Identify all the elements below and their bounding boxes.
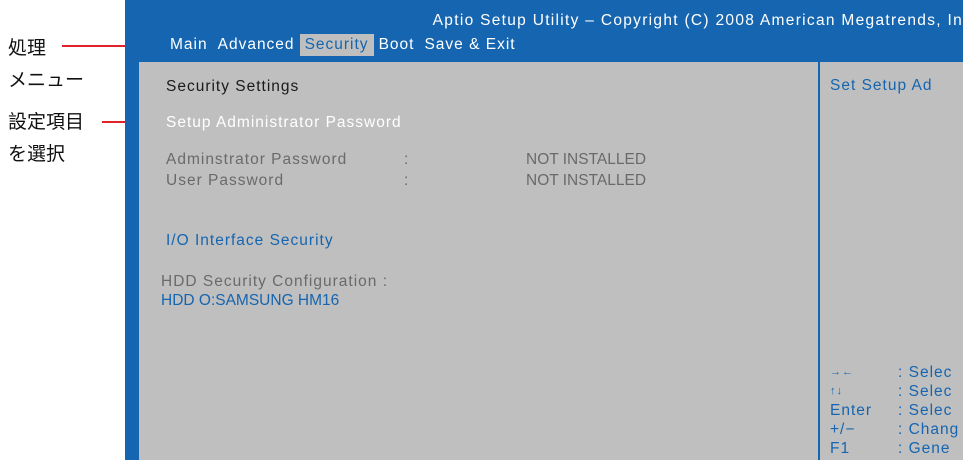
key-arrows-ud: ↑↓ <box>830 385 843 397</box>
key-plus-minus-desc: : Chang <box>898 421 960 438</box>
io-interface-security-item[interactable]: I/O Interface Security <box>166 232 334 250</box>
section-title: Security Settings <box>166 78 300 95</box>
bios-title: Aptio Setup Utility – Copyright (C) 2008… <box>432 12 963 29</box>
hdd-security-config-label: HDD Security Configuration : <box>161 273 388 290</box>
menu-advanced[interactable]: Advanced <box>213 34 300 56</box>
key-plus-minus: +/− <box>830 421 856 438</box>
key-arrows-lr: →← <box>830 366 854 378</box>
user-password-label: User Password <box>166 172 285 189</box>
annotation-select-item: 設定項目 を選択 <box>8 109 84 167</box>
help-text: Set Setup Ad <box>830 77 933 94</box>
settings-panel: Security Settings Setup Administrator Pa… <box>135 62 818 460</box>
key-f1-desc: : Gene <box>898 440 951 457</box>
menu-boot[interactable]: Boot <box>374 34 420 56</box>
user-password-status: NOT INSTALLED <box>526 172 647 189</box>
key-enter-desc: : Selec <box>898 402 953 419</box>
annotation-select-item-line1: 設定項目 <box>8 111 85 133</box>
annotation-process-menu: 処理 メニュー <box>8 35 84 93</box>
user-password-sep: : <box>404 172 410 189</box>
menu-bar: Main Advanced Security Boot Save & Exit <box>165 34 521 56</box>
annotation-process-menu-line1: 処理 <box>8 37 47 59</box>
admin-password-label: Adminstrator Password <box>166 151 348 168</box>
menu-security[interactable]: Security <box>299 34 374 56</box>
key-arrows-lr-desc: : Selec <box>898 364 953 381</box>
setup-admin-password-item[interactable]: Setup Administrator Password <box>166 114 402 132</box>
key-enter: Enter <box>830 402 873 419</box>
admin-password-sep: : <box>404 151 410 168</box>
bios-screen: Aptio Setup Utility – Copyright (C) 2008… <box>125 0 963 460</box>
menu-main[interactable]: Main <box>165 34 213 56</box>
menu-save-exit[interactable]: Save & Exit <box>419 34 520 56</box>
key-arrows-ud-desc: : Selec <box>898 383 953 400</box>
key-f1: F1 <box>830 440 851 457</box>
annotation-select-item-line2: を選択 <box>8 143 66 165</box>
admin-password-status: NOT INSTALLED <box>526 151 647 168</box>
hdd-item[interactable]: HDD O:SAMSUNG HM16 <box>161 292 339 310</box>
help-panel: Set Setup Ad →← : Selec ↑↓ : Selec Enter… <box>818 62 963 460</box>
annotation-process-menu-line2: メニュー <box>8 69 85 91</box>
